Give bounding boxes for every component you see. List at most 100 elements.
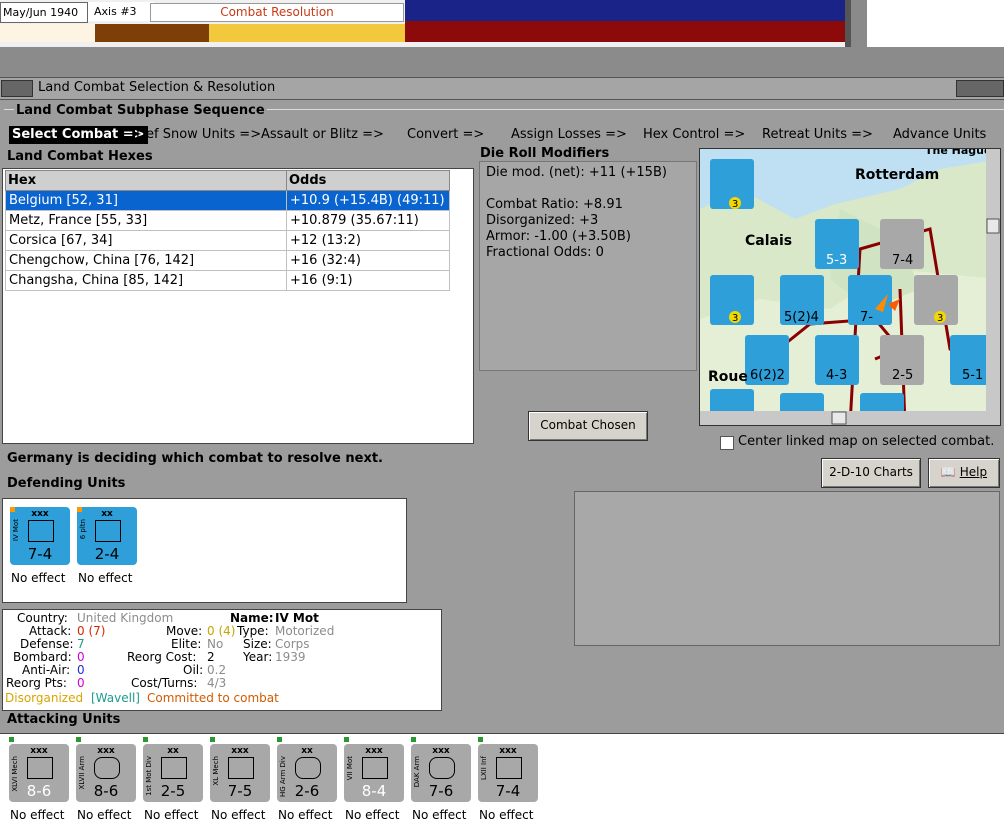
axis-turn-bar — [405, 21, 845, 42]
reorg-pts-label: Reorg Pts: — [6, 676, 67, 690]
hex-cell[interactable]: Corsica [67, 34] — [5, 230, 287, 251]
unit-size: xxx — [30, 746, 48, 756]
hexes-title: Land Combat Hexes — [7, 149, 153, 164]
help-button[interactable]: 📖 Help — [928, 458, 1000, 488]
unit-name: VII Mot — [346, 756, 354, 781]
center-map-checkbox[interactable] — [720, 436, 734, 450]
committed-status: Committed to combat — [147, 691, 279, 705]
phase-title: Combat Resolution — [150, 3, 404, 22]
charts-button[interactable]: 2-D-10 Charts — [821, 458, 921, 488]
map-counter-strength: 6(2)2 — [750, 368, 785, 383]
hex-cell[interactable]: Belgium [52, 31] — [5, 190, 287, 211]
linked-map[interactable]: Rotterdam Calais Roue The Hague 5-3 7-4 … — [699, 148, 1001, 426]
defenders-title: Defending Units — [7, 476, 126, 491]
unit-strength: 2-5 — [160, 782, 186, 800]
map-label-calais: Calais — [745, 233, 792, 249]
unit-size: xxx — [432, 746, 450, 756]
defender-counter[interactable]: xxx IV Mot 7-4 No effect — [10, 507, 70, 585]
unit-strength: 8-6 — [93, 782, 119, 800]
seq-step-assault-blitz: Assault or Blitz => — [261, 127, 384, 142]
column-header-hex[interactable]: Hex — [5, 170, 287, 191]
attackers-panel: xxx XLVI Mech 8-6 No effect xxx XLVII Ar… — [0, 733, 1004, 836]
unit-strength: 7-4 — [27, 545, 53, 563]
hex-cell[interactable]: Changsha, China [85, 142] — [5, 270, 287, 291]
mech-symbol-icon — [228, 757, 254, 779]
attacker-counter[interactable]: xxx DAK Arm 7-6 No effect — [411, 737, 471, 822]
unit-size: xxx — [31, 509, 49, 519]
armor-symbol-icon — [94, 757, 120, 779]
close-button[interactable] — [956, 80, 1004, 97]
seq-step-hex-control: Hex Control => — [643, 127, 746, 142]
system-menu-button[interactable] — [1, 80, 33, 97]
attacker-counter[interactable]: xx 1st Mot Div 2-5 No effect — [143, 737, 203, 822]
odds-cell[interactable]: +10.879 (35.67:11) — [286, 210, 450, 231]
hex-cell[interactable]: Metz, France [55, 33] — [5, 210, 287, 231]
seq-step-convert: Convert => — [407, 127, 485, 142]
unit-result: No effect — [77, 808, 132, 822]
attacker-counter[interactable]: xxx XL Mech 7-5 No effect — [210, 737, 270, 822]
cost-turns-value: 4/3 — [207, 676, 227, 690]
motorized-symbol-icon — [28, 520, 54, 542]
unit-result: No effect — [78, 571, 133, 585]
map-label-the-hague: The Hague — [925, 149, 991, 157]
unit-result: No effect — [144, 808, 199, 822]
motorized-symbol-icon — [362, 757, 388, 779]
attacker-counter[interactable]: xxx XLVII Arm 8-6 No effect — [76, 737, 136, 822]
unit-strength: 7-6 — [428, 782, 454, 800]
attackers-title: Attacking Units — [7, 712, 121, 727]
table-row[interactable]: Corsica [67, 34] +12 (13:2) — [5, 230, 450, 251]
year-label: Year: — [243, 650, 273, 664]
seq-step-advance: Advance Units — [893, 127, 987, 142]
unit-strength: 7-5 — [227, 782, 253, 800]
odds-cell[interactable]: +10.9 (+15.4B) (49:11) — [286, 190, 450, 211]
subphase-sequence-title: Land Combat Subphase Sequence — [14, 103, 267, 118]
odds-cell[interactable]: +16 (9:1) — [286, 270, 450, 291]
splitter-handle[interactable] — [851, 0, 867, 47]
map-canvas[interactable]: Rotterdam Calais Roue The Hague 5-3 7-4 … — [700, 149, 1000, 425]
attacker-counter[interactable]: xxx LXII Inf 7-4 No effect — [478, 737, 538, 822]
drm-disorganized: Disorganized: +3 — [486, 213, 599, 228]
unit-result: No effect — [278, 808, 333, 822]
unit-size: xx — [101, 509, 113, 519]
attacker-counter[interactable]: xxx VII Mot 8-4 No effect — [344, 737, 404, 822]
form-title: Land Combat Selection & Resolution — [38, 80, 276, 95]
table-row[interactable]: Belgium [52, 31] +10.9 (+15.4B) (49:11) — [5, 190, 450, 211]
map-air-factor: 3 — [937, 313, 943, 324]
major-power-strip-1 — [0, 24, 95, 42]
drm-title: Die Roll Modifiers — [480, 146, 610, 161]
unit-info-panel: Country: United Kingdom Name: IV Mot Att… — [2, 609, 442, 711]
unit-result: No effect — [11, 571, 66, 585]
attacker-counter[interactable]: xx HG Arm Div 2-6 No effect — [277, 737, 337, 822]
combat-chosen-button[interactable]: Combat Chosen — [528, 411, 648, 441]
map-counter-strength: 4-3 — [826, 368, 847, 383]
unit-size: xxx — [499, 746, 517, 756]
center-map-label: Center linked map on selected combat. — [738, 434, 995, 449]
hex-cell[interactable]: Chengchow, China [76, 142] — [5, 250, 287, 271]
map-counter-strength: 5-3 — [826, 253, 847, 268]
year-value: 1939 — [275, 650, 306, 664]
table-row[interactable]: Changsha, China [85, 142] +16 (9:1) — [5, 270, 450, 291]
map-air-factor: 3 — [732, 313, 738, 324]
table-row[interactable]: Metz, France [55, 33] +10.879 (35.67:11) — [5, 210, 450, 231]
attacker-counter[interactable]: xxx XLVI Mech 8-6 No effect — [9, 737, 69, 822]
column-header-odds[interactable]: Odds — [286, 170, 450, 191]
combat-results-panel — [574, 491, 1000, 646]
odds-cell[interactable]: +12 (13:2) — [286, 230, 450, 251]
unit-strength: 2-6 — [294, 782, 320, 800]
table-row[interactable]: Chengchow, China [76, 142] +16 (32:4) — [5, 250, 450, 271]
unit-name: LXII Inf — [480, 756, 488, 781]
motorized-symbol-icon — [161, 757, 187, 779]
impulse-label: Axis #3 — [88, 2, 154, 21]
turn-date: May/Jun 1940 — [0, 2, 88, 23]
defenders-panel: xxx IV Mot 7-4 No effect xx 6 pltn 2-4 N… — [2, 498, 407, 603]
unit-result: No effect — [345, 808, 400, 822]
window-gap — [0, 47, 1004, 77]
map-air-factor: 3 — [732, 199, 738, 210]
seq-step-select-combat: Select Combat => — [9, 126, 148, 144]
drm-net: Die mod. (net): +11 (+15B) — [486, 165, 667, 180]
odds-cell[interactable]: +16 (32:4) — [286, 250, 450, 271]
major-power-strip-3 — [209, 24, 405, 42]
unit-result: No effect — [10, 808, 65, 822]
disorganized-status: Disorganized — [5, 691, 84, 705]
defender-counter[interactable]: xx 6 pltn 2-4 No effect — [77, 507, 137, 585]
